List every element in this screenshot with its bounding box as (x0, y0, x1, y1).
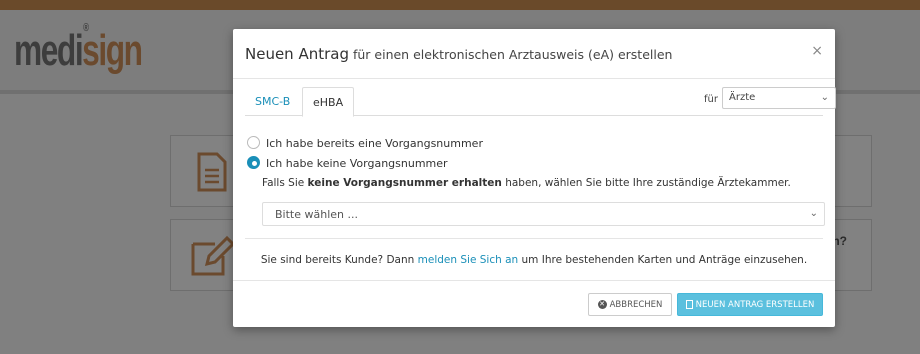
radio-has-vorgangsnummer[interactable]: Ich habe bereits eine Vorgangsnummer (247, 136, 483, 150)
tab-smc-b[interactable]: SMC-B (245, 87, 300, 116)
section-divider (245, 238, 823, 239)
radio-button-checked[interactable] (247, 156, 260, 169)
modal-header: Neuen Antrag für einen elektronischen Ar… (233, 29, 835, 79)
logo-text-accent: sign (82, 26, 143, 75)
card-type-tabs: SMC-B eHBA für Ärzte ⌄ (245, 87, 836, 117)
modal-title: Neuen Antrag für einen elektronischen Ar… (245, 44, 672, 63)
radio-label: Ich habe keine Vorgangsnummer (266, 157, 448, 170)
aerztekammer-select-placeholder: Bitte wählen ... (275, 208, 358, 221)
fuer-label: für (704, 94, 718, 105)
cancel-icon: ✕ (597, 300, 607, 309)
chevron-down-icon: ⌄ (809, 208, 818, 219)
cancel-button[interactable]: ✕ ABBRECHEN (588, 293, 672, 316)
info-text-bold: keine Vorgangsnummer erhalten (307, 177, 502, 189)
medisign-logo: medisign ® (14, 22, 143, 76)
create-button-label: NEUEN ANTRAG ERSTELLEN (695, 299, 815, 310)
new-application-modal: Neuen Antrag für einen elektronischen Ar… (233, 29, 836, 327)
existing-customer-prefix: Sie sind bereits Kunde? Dann (260, 254, 418, 266)
existing-customer-suffix: um Ihre bestehenden Karten und Anträge e… (518, 254, 808, 266)
chevron-down-icon: ⌄ (820, 92, 829, 103)
create-application-button[interactable]: NEUEN ANTRAG ERSTELLEN (677, 293, 823, 316)
radio-no-vorgangsnummer[interactable]: Ich habe keine Vorgangsnummer (247, 156, 448, 170)
document-icon (197, 152, 227, 192)
modal-title-sub: für einen elektronischen Arztausweis (eA… (349, 47, 673, 62)
logo-registered-mark: ® (83, 22, 89, 34)
tab-ehba[interactable]: eHBA (302, 87, 355, 117)
aerztekammer-select[interactable]: Bitte wählen ... ⌄ (262, 202, 825, 226)
radio-button-unchecked[interactable] (247, 136, 260, 149)
login-link[interactable]: melden Sie Sich an (418, 254, 519, 266)
profession-select[interactable]: Ärzte ⌄ (722, 87, 836, 109)
existing-customer-text: Sie sind bereits Kunde? Dann melden Sie … (233, 254, 835, 266)
document-icon (685, 300, 693, 309)
modal-footer: ✕ ABBRECHEN NEUEN ANTRAG ERSTELLEN (233, 280, 835, 327)
top-accent-bar (0, 0, 920, 10)
close-icon[interactable]: × (811, 43, 823, 59)
info-text-prefix: Falls Sie (262, 177, 308, 189)
profession-select-value: Ärzte (729, 92, 756, 103)
modal-title-main: Neuen Antrag (245, 45, 349, 63)
edit-icon (191, 235, 235, 276)
logo-text-main: medi (14, 26, 84, 75)
info-text: Falls Sie keine Vorgangsnummer erhalten … (262, 177, 791, 189)
info-text-suffix: haben, wählen Sie bitte Ihre zuständige … (501, 177, 791, 189)
cancel-button-label: ABBRECHEN (609, 299, 663, 310)
radio-label: Ich habe bereits eine Vorgangsnummer (266, 137, 483, 150)
